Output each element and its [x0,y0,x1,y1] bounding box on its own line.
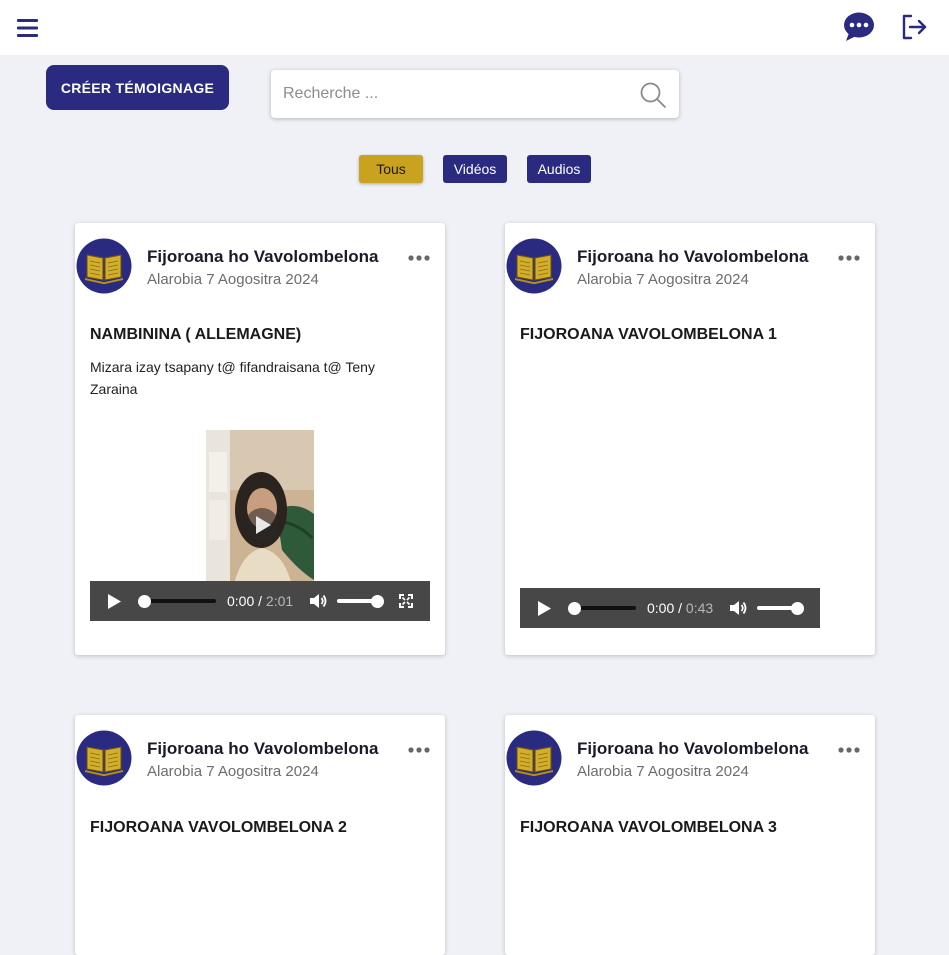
post-author: Fijoroana ho Vavolombelona [147,247,379,266]
volume-handle[interactable] [371,595,384,608]
play-icon[interactable] [107,594,121,609]
time-display: 0:00 / 0:43 [647,600,714,616]
seek-handle[interactable] [138,595,151,608]
more-options-icon[interactable] [837,248,861,268]
post-title: FIJOROANA VAVOLOMBELONA 1 [520,326,777,343]
hamburger-menu-icon[interactable] [16,16,40,40]
testimony-card: Fijoroana ho Vavolombelona Alarobia 7 Ao… [75,223,445,655]
post-title: FIJOROANA VAVOLOMBELONA 3 [520,819,777,836]
play-icon[interactable] [537,601,551,616]
post-title: NAMBININA ( ALLEMAGNE) [90,326,302,343]
more-options-icon[interactable] [407,248,431,268]
post-author: Fijoroana ho Vavolombelona [577,247,809,266]
post-title: FIJOROANA VAVOLOMBELONA 2 [90,819,347,836]
more-options-icon[interactable] [837,740,861,760]
current-time: 0:00 [227,593,255,609]
seek-handle[interactable] [568,602,581,615]
volume-icon[interactable] [309,593,327,609]
book-logo-avatar [76,238,132,294]
duration: 2:01 [265,593,294,609]
post-date: Alarobia 7 Aogositra 2024 [577,271,749,288]
search-box [271,70,679,118]
more-options-icon[interactable] [407,740,431,760]
post-date: Alarobia 7 Aogositra 2024 [577,763,749,780]
volume-handle[interactable] [791,602,804,615]
post-date: Alarobia 7 Aogositra 2024 [147,763,319,780]
post-author: Fijoroana ho Vavolombelona [147,739,379,758]
logout-icon[interactable] [900,13,928,41]
book-logo-avatar [506,730,562,786]
filter-audios-button[interactable]: Audios [527,155,591,183]
audio-player-controls: 0:00 / 0:43 [520,588,820,628]
current-time: 0:00 [647,600,675,616]
book-logo-avatar [76,730,132,786]
book-logo-avatar [506,238,562,294]
post-author: Fijoroana ho Vavolombelona [577,739,809,758]
testimony-card: Fijoroana ho Vavolombelona Alarobia 7 Ao… [505,223,875,655]
filter-all-button[interactable]: Tous [359,155,423,183]
testimony-card: Fijoroana ho Vavolombelona Alarobia 7 Ao… [505,715,875,955]
post-description: Mizara izay tsapany t@ fifandraisana t@ … [90,359,375,397]
duration: 0:43 [685,600,714,616]
seek-track[interactable] [140,599,216,603]
time-display: 0:00 / 2:01 [227,593,294,609]
chat-bubble-icon[interactable] [842,11,876,43]
volume-icon[interactable] [729,600,747,616]
filter-videos-button[interactable]: Vidéos [443,155,507,183]
search-icon[interactable] [639,81,667,109]
video-player-controls: 0:00 / 2:01 [90,581,430,621]
create-testimony-button[interactable]: CRÉER TÉMOIGNAGE [46,65,229,110]
fullscreen-icon[interactable] [399,594,413,608]
search-input[interactable] [271,70,631,118]
post-date: Alarobia 7 Aogositra 2024 [147,271,319,288]
top-bar [0,0,949,55]
testimony-card: Fijoroana ho Vavolombelona Alarobia 7 Ao… [75,715,445,955]
